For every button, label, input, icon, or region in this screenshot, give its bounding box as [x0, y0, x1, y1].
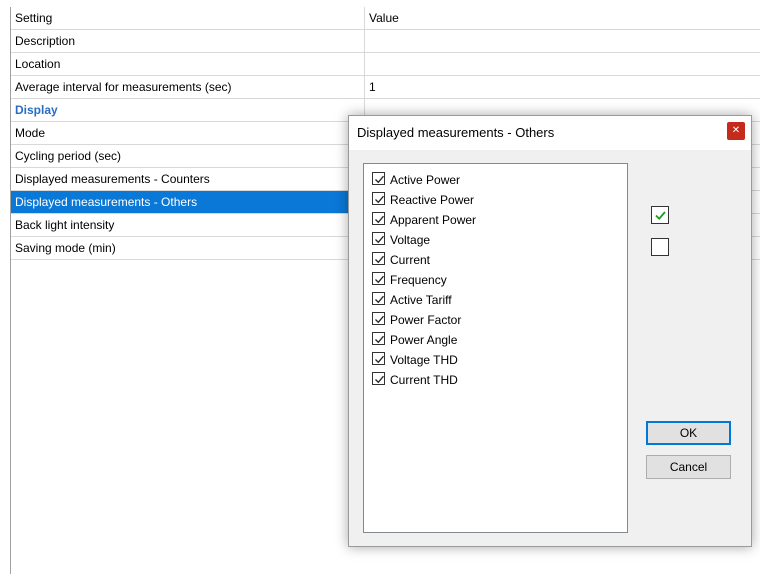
value-column-header[interactable]: Value: [365, 7, 760, 29]
checklist-item-label: Power Angle: [390, 332, 458, 347]
setting-name: Mode: [11, 122, 365, 144]
checklist-item-voltage-thd[interactable]: Voltage THD: [372, 349, 458, 369]
checklist-item-current-thd[interactable]: Current THD: [372, 369, 458, 389]
checklist-item-label: Voltage THD: [390, 352, 458, 367]
check-all-checkbox[interactable]: [651, 206, 669, 224]
setting-name: Displayed measurements - Others: [11, 191, 365, 213]
setting-name: Description: [11, 30, 365, 52]
checklist-item-reactive-power[interactable]: Reactive Power: [372, 189, 474, 209]
checklist-item-power-angle[interactable]: Power Angle: [372, 329, 457, 349]
cancel-button[interactable]: Cancel: [646, 455, 731, 479]
checklist-item-label: Active Power: [390, 172, 461, 187]
checkbox-checked-icon[interactable]: [372, 172, 385, 186]
checklist-item-voltage[interactable]: Voltage: [372, 229, 430, 249]
checklist-item-label: Voltage: [390, 232, 431, 247]
grid-row-location[interactable]: Location: [11, 53, 760, 76]
checkbox-checked-icon[interactable]: [372, 292, 385, 306]
checklist-item-current[interactable]: Current: [372, 249, 430, 269]
checkbox-checked-icon[interactable]: [372, 372, 385, 386]
checklist-item-label: Power Factor: [390, 312, 462, 327]
setting-name: Cycling period (sec): [11, 145, 365, 167]
checklist-item-active-tariff[interactable]: Active Tariff: [372, 289, 452, 309]
uncheck-all-checkbox[interactable]: [651, 238, 669, 256]
checklist-item-label: Reactive Power: [390, 192, 475, 207]
checklist-item-active-power[interactable]: Active Power: [372, 169, 460, 189]
checkbox-checked-icon[interactable]: [372, 212, 385, 226]
close-icon[interactable]: ✕: [727, 122, 745, 140]
checkbox-checked-icon[interactable]: [372, 352, 385, 366]
setting-column-header[interactable]: Setting: [11, 7, 365, 29]
measurements-checklist[interactable]: Active Power Reactive Power Apparent Pow…: [363, 163, 628, 533]
setting-value[interactable]: 1: [365, 76, 760, 98]
dialog-title-bar[interactable]: Displayed measurements - Others ✕: [349, 116, 751, 150]
setting-value[interactable]: [365, 30, 760, 52]
grid-row-average-interval[interactable]: Average interval for measurements (sec) …: [11, 76, 760, 99]
checkbox-checked-icon[interactable]: [372, 272, 385, 286]
category-name: Display: [11, 99, 365, 121]
setting-name: Back light intensity: [11, 214, 365, 236]
dialog-title: Displayed measurements - Others: [357, 125, 555, 140]
checklist-item-frequency[interactable]: Frequency: [372, 269, 447, 289]
checkbox-checked-icon[interactable]: [372, 332, 385, 346]
checkbox-checked-icon[interactable]: [372, 312, 385, 326]
checklist-item-label: Current: [390, 252, 431, 267]
setting-value[interactable]: [365, 53, 760, 75]
grid-row-description[interactable]: Description: [11, 30, 760, 53]
checklist-item-label: Apparent Power: [390, 212, 477, 227]
checkbox-checked-icon[interactable]: [372, 192, 385, 206]
green-check-icon: [655, 211, 666, 221]
ok-button[interactable]: OK: [646, 421, 731, 445]
checklist-item-label: Current THD: [390, 372, 458, 387]
checklist-item-label: Active Tariff: [390, 292, 452, 307]
grid-header-row: Setting Value: [11, 7, 760, 30]
setting-name: Location: [11, 53, 365, 75]
setting-name: Displayed measurements - Counters: [11, 168, 365, 190]
checklist-item-power-factor[interactable]: Power Factor: [372, 309, 461, 329]
setting-name: Saving mode (min): [11, 237, 365, 259]
setting-name: Average interval for measurements (sec): [11, 76, 365, 98]
checkbox-checked-icon[interactable]: [372, 252, 385, 266]
checkbox-checked-icon[interactable]: [372, 232, 385, 246]
checklist-item-apparent-power[interactable]: Apparent Power: [372, 209, 476, 229]
checklist-item-label: Frequency: [390, 272, 447, 287]
displayed-measurements-dialog: Displayed measurements - Others ✕ Active…: [348, 115, 752, 547]
